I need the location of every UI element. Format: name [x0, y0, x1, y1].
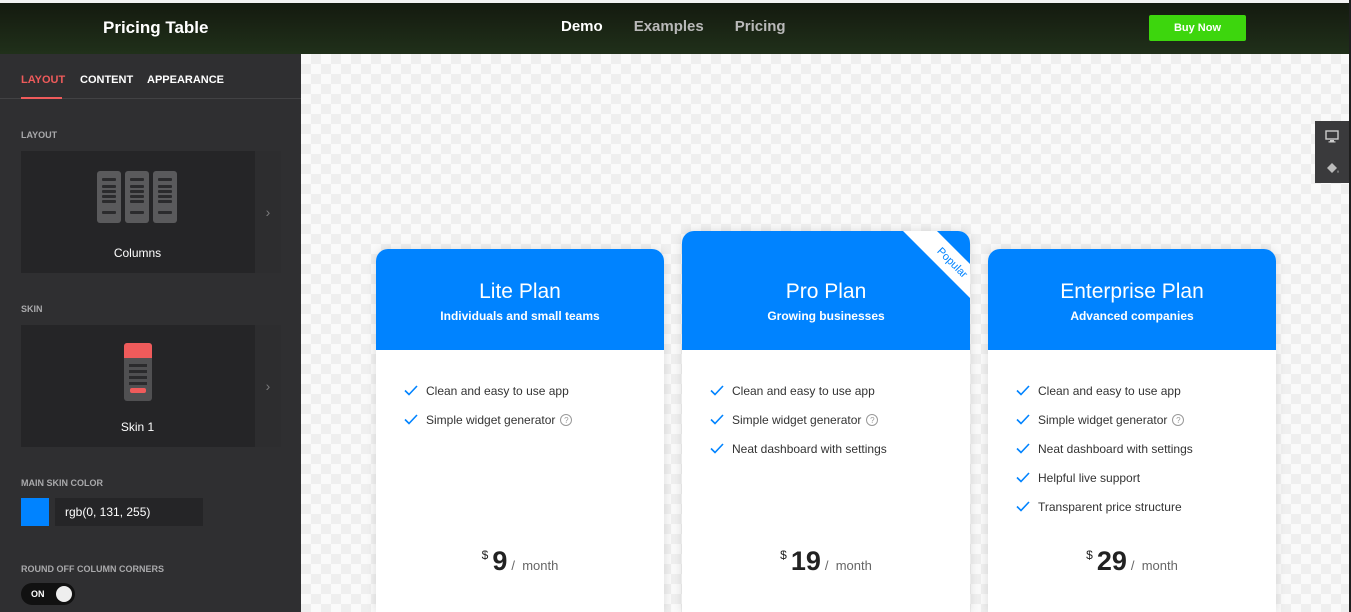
nav-examples[interactable]: Examples — [634, 18, 704, 35]
corners-section-label: ROUND OFF COLUMN CORNERS — [21, 564, 164, 574]
check-icon — [1016, 472, 1030, 483]
color-section-label: MAIN SKIN COLOR — [21, 478, 103, 488]
check-icon — [1016, 443, 1030, 454]
check-icon — [710, 385, 724, 396]
currency-symbol: $ — [481, 548, 489, 562]
popular-badge: Popular — [880, 231, 970, 321]
currency-symbol: $ — [1086, 548, 1093, 562]
plan-subtitle: Advanced companies — [1070, 309, 1194, 323]
main-nav: Demo Examples Pricing — [561, 18, 786, 35]
price-period: month — [522, 558, 559, 573]
brand-title: Pricing Table — [103, 18, 209, 37]
list-item: Clean and easy to use app — [404, 384, 572, 413]
skin-value: Skin 1 — [120, 420, 155, 434]
check-icon — [1016, 501, 1030, 512]
nav-pricing[interactable]: Pricing — [735, 18, 786, 35]
color-swatch[interactable] — [21, 498, 49, 526]
check-icon — [710, 414, 724, 425]
list-item: Helpful live support — [1016, 471, 1193, 500]
preview-canvas: Lite Plan Individuals and small teams Cl… — [301, 54, 1349, 612]
layout-section-label: LAYOUT — [21, 130, 58, 140]
layout-preview[interactable]: Columns — [21, 151, 254, 273]
sidebar-tabs: LAYOUT CONTENT APPEARANCE — [0, 54, 301, 99]
toggle-knob — [56, 586, 72, 602]
desktop-icon[interactable] — [1315, 121, 1349, 152]
preview-tools — [1315, 121, 1349, 183]
list-item: Simple widget generator ? — [710, 413, 887, 442]
top-header: Pricing Table Demo Examples Pricing Buy … — [0, 0, 1351, 54]
plan-name: Enterprise Plan — [1060, 280, 1204, 303]
list-item: Transparent price structure — [1016, 500, 1193, 529]
toggle-state: ON — [31, 589, 45, 599]
layout-selector[interactable]: Columns › — [21, 151, 281, 273]
paint-bucket-icon[interactable] — [1315, 152, 1349, 183]
settings-sidebar: LAYOUT CONTENT APPEARANCE LAYOUT Columns… — [0, 54, 301, 612]
plan-card-lite: Lite Plan Individuals and small teams Cl… — [376, 249, 664, 612]
columns-layout-icon — [97, 171, 177, 223]
tab-content[interactable]: CONTENT — [80, 74, 133, 86]
skin-icon — [124, 343, 152, 401]
skin-selector[interactable]: Skin 1 › — [21, 325, 281, 447]
check-icon — [404, 414, 418, 425]
skin-preview[interactable]: Skin 1 — [21, 325, 254, 447]
check-icon — [1016, 385, 1030, 396]
check-icon — [1016, 414, 1030, 425]
round-corners-toggle[interactable]: ON — [21, 583, 75, 605]
plan-price: $29/ month — [1086, 546, 1178, 576]
buy-now-button[interactable]: Buy Now — [1149, 15, 1246, 41]
price-amount: 19 — [790, 546, 821, 576]
nav-demo[interactable]: Demo — [561, 18, 603, 35]
plan-card-enterprise: Enterprise Plan Advanced companies Clean… — [988, 249, 1276, 612]
tab-appearance[interactable]: APPEARANCE — [147, 74, 224, 86]
check-icon — [710, 443, 724, 454]
plan-header: Enterprise Plan Advanced companies — [988, 249, 1276, 350]
help-icon[interactable]: ? — [1172, 414, 1185, 426]
tab-layout[interactable]: LAYOUT — [21, 74, 65, 86]
help-icon[interactable]: ? — [866, 414, 879, 426]
list-item: Clean and easy to use app — [1016, 384, 1193, 413]
chevron-right-icon[interactable]: › — [255, 325, 281, 447]
chevron-right-icon[interactable]: › — [255, 151, 281, 273]
plan-card-pro: Pro Plan Growing businesses Popular Clea… — [682, 231, 970, 612]
feature-list: Clean and easy to use app Simple widget … — [1016, 384, 1193, 529]
list-item: Simple widget generator ? — [1016, 413, 1193, 442]
feature-list: Clean and easy to use app Simple widget … — [710, 384, 887, 471]
plan-header: Lite Plan Individuals and small teams — [376, 249, 664, 350]
active-tab-indicator — [21, 97, 62, 99]
plan-name: Lite Plan — [479, 280, 561, 303]
list-item: Neat dashboard with settings — [710, 442, 887, 471]
plan-subtitle: Individuals and small teams — [440, 309, 600, 323]
list-item: Clean and easy to use app — [710, 384, 887, 413]
currency-symbol: $ — [780, 548, 787, 562]
price-amount: 29 — [1096, 546, 1127, 576]
price-period: month — [1141, 558, 1178, 573]
help-icon[interactable]: ? — [560, 414, 573, 426]
price-amount: 9 — [492, 546, 508, 576]
color-input[interactable] — [55, 498, 203, 526]
feature-list: Clean and easy to use app Simple widget … — [404, 384, 573, 442]
plan-price: $19/ month — [780, 546, 872, 576]
skin-section-label: SKIN — [21, 304, 43, 314]
check-icon — [404, 385, 418, 396]
list-item: Neat dashboard with settings — [1016, 442, 1193, 471]
price-period: month — [835, 558, 872, 573]
layout-value: Columns — [113, 246, 162, 260]
plan-price: $9/ month — [481, 546, 559, 576]
list-item: Simple widget generator ? — [404, 413, 573, 442]
